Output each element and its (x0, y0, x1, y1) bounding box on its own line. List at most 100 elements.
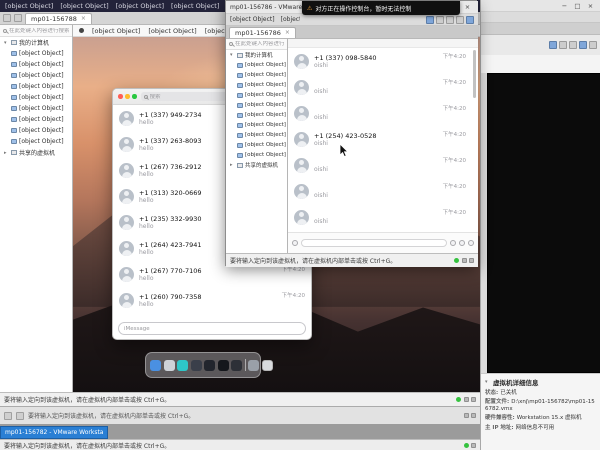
conversation-row[interactable]: oishi 下午4:20 (288, 152, 472, 178)
imessage-input-bar[interactable] (118, 322, 306, 335)
conversation-row[interactable]: oishi 下午4:20 (288, 100, 472, 126)
library-search-input[interactable] (235, 41, 284, 47)
power-icon[interactable] (426, 16, 434, 24)
tree-item-vm[interactable]: [object Object] (0, 92, 72, 103)
tree-item-vm[interactable]: [object Object] (0, 114, 72, 125)
home-icon[interactable] (3, 14, 11, 22)
minimize-traffic-icon[interactable] (125, 94, 130, 99)
expand-icon[interactable]: ▸ (230, 162, 235, 168)
menu-item[interactable]: [object Object] (230, 16, 275, 23)
menu-item[interactable]: [object Object] (281, 16, 300, 23)
scrollbar[interactable] (473, 50, 476, 98)
tree-item-vm[interactable]: [object Object] (226, 90, 287, 100)
library-search[interactable] (226, 39, 287, 50)
conversation-row[interactable]: +1 (254) 423-0528 oishi 下午4:20 (288, 126, 472, 152)
imessage-input[interactable] (124, 326, 300, 332)
launchpad-icon[interactable] (164, 360, 175, 371)
tree-item-vm[interactable]: [object Object] (226, 120, 287, 130)
app-icon[interactable] (191, 360, 202, 371)
conversation-row[interactable]: oishi 下午4:20 (288, 178, 472, 204)
conversation-row[interactable]: +1 (337) 098-5840 oishi 下午4:20 (288, 48, 472, 74)
disk-status-icon[interactable] (471, 443, 476, 448)
fullscreen-icon[interactable] (569, 41, 577, 49)
tree-item-vm[interactable]: [object Object] (0, 48, 72, 59)
network-status-icon[interactable] (471, 397, 476, 402)
library-search[interactable] (0, 25, 72, 37)
tree-item-vm[interactable]: [object Object] (226, 150, 287, 160)
vm-c-console-off[interactable] (487, 73, 600, 373)
trash-icon[interactable] (262, 360, 273, 371)
tree-item-vm[interactable]: [object Object] (226, 100, 287, 110)
apps-icon[interactable] (292, 240, 298, 246)
snapshot-icon[interactable] (559, 41, 567, 49)
tree-item-vm[interactable]: [object Object] (0, 81, 72, 92)
close-traffic-icon[interactable] (118, 94, 123, 99)
tree-shared-vms[interactable]: ▸ 共享的虚拟机 (226, 160, 287, 170)
unity-icon[interactable] (589, 41, 597, 49)
app-icon[interactable] (231, 360, 242, 371)
expand-icon[interactable]: ▸ (4, 150, 9, 156)
menu-item[interactable]: [object Object] (171, 2, 219, 10)
menu-item[interactable]: [object Object] (60, 2, 108, 10)
console-view-icon[interactable] (446, 16, 454, 24)
collapse-icon[interactable]: ▾ (485, 379, 490, 385)
collapse-icon[interactable]: ▾ (230, 52, 235, 58)
menu-item[interactable]: [object Object] (5, 2, 53, 10)
macos-menu-item[interactable]: [object Object] (148, 27, 196, 35)
tree-root-my-computer[interactable]: ▾ 我的计算机 (0, 37, 72, 48)
close-icon[interactable]: × (461, 3, 474, 11)
disk-status-icon[interactable] (464, 397, 469, 402)
disk-status-icon[interactable] (464, 413, 469, 418)
finder-icon[interactable] (150, 360, 161, 371)
taskbar-active-item[interactable]: mp01-156782 - VMware Workstation (0, 426, 108, 439)
app-icon[interactable] (204, 360, 215, 371)
tree-item-vm[interactable]: [object Object] (226, 80, 287, 90)
siri-icon[interactable] (177, 360, 188, 371)
zoom-traffic-icon[interactable] (132, 94, 137, 99)
window-c-titlebar[interactable]: − □ × (481, 0, 600, 12)
vm-tab[interactable]: mp01-156786 × (229, 27, 296, 38)
tree-item-vm[interactable]: [object Object] (0, 125, 72, 136)
audio-icon[interactable] (459, 240, 465, 246)
network-status-icon[interactable] (469, 258, 474, 263)
tree-root-my-computer[interactable]: ▾ 我的计算机 (226, 50, 287, 60)
menu-item[interactable]: [object Object] (116, 2, 164, 10)
library-search-input[interactable] (9, 28, 69, 34)
tree-item-vm[interactable]: [object Object] (226, 110, 287, 120)
message-input-field[interactable] (301, 239, 447, 247)
fullscreen-icon[interactable] (456, 16, 464, 24)
tree-item-vm[interactable]: [object Object] (0, 59, 72, 70)
close-icon[interactable]: × (584, 2, 597, 10)
app-icon[interactable] (218, 360, 229, 371)
settings-icon[interactable] (248, 360, 259, 371)
tree-item-vm[interactable]: [object Object] (0, 70, 72, 81)
tree-item-vm[interactable]: [object Object] (226, 70, 287, 80)
tree-shared-vms[interactable]: ▸ 共享的虚拟机 (0, 147, 72, 158)
network-status-icon[interactable] (471, 413, 476, 418)
more-icon[interactable] (468, 240, 474, 246)
tab-close-icon[interactable]: × (81, 15, 86, 22)
tree-item-vm[interactable]: [object Object] (0, 103, 72, 114)
maximize-icon[interactable]: □ (571, 2, 584, 10)
disk-status-icon[interactable] (462, 258, 467, 263)
macos-menu-item[interactable]: [object Object] (92, 27, 140, 35)
minimize-icon[interactable]: − (558, 2, 571, 10)
collapse-icon[interactable]: ▾ (4, 40, 9, 46)
tab-close-icon[interactable]: × (285, 29, 290, 36)
conversation-row[interactable]: +1 (260) 790-7358 hello 下午4:20 (113, 287, 311, 313)
tree-item-vm[interactable]: [object Object] (226, 130, 287, 140)
conversation-row[interactable]: oishi 下午4:20 (288, 74, 472, 100)
power-icon[interactable] (549, 41, 557, 49)
conversation-row[interactable]: oishi 下午4:20 (288, 204, 472, 230)
emoji-icon[interactable] (450, 240, 456, 246)
tree-item-vm[interactable]: [object Object] (226, 140, 287, 150)
apple-menu-icon[interactable] (79, 28, 84, 33)
tree-item-vm[interactable]: [object Object] (0, 136, 72, 147)
vm-b-console[interactable]: +1 (337) 098-5840 oishi 下午4:20 oishi 下午4… (288, 39, 478, 253)
library-icon[interactable] (14, 14, 22, 22)
vm-tab[interactable]: mp01-156788 × (25, 13, 92, 24)
console-view-icon[interactable] (579, 41, 587, 49)
snapshot-icon[interactable] (436, 16, 444, 24)
library-toggle-icon[interactable] (466, 16, 474, 24)
tree-item-vm[interactable]: [object Object] (226, 60, 287, 70)
